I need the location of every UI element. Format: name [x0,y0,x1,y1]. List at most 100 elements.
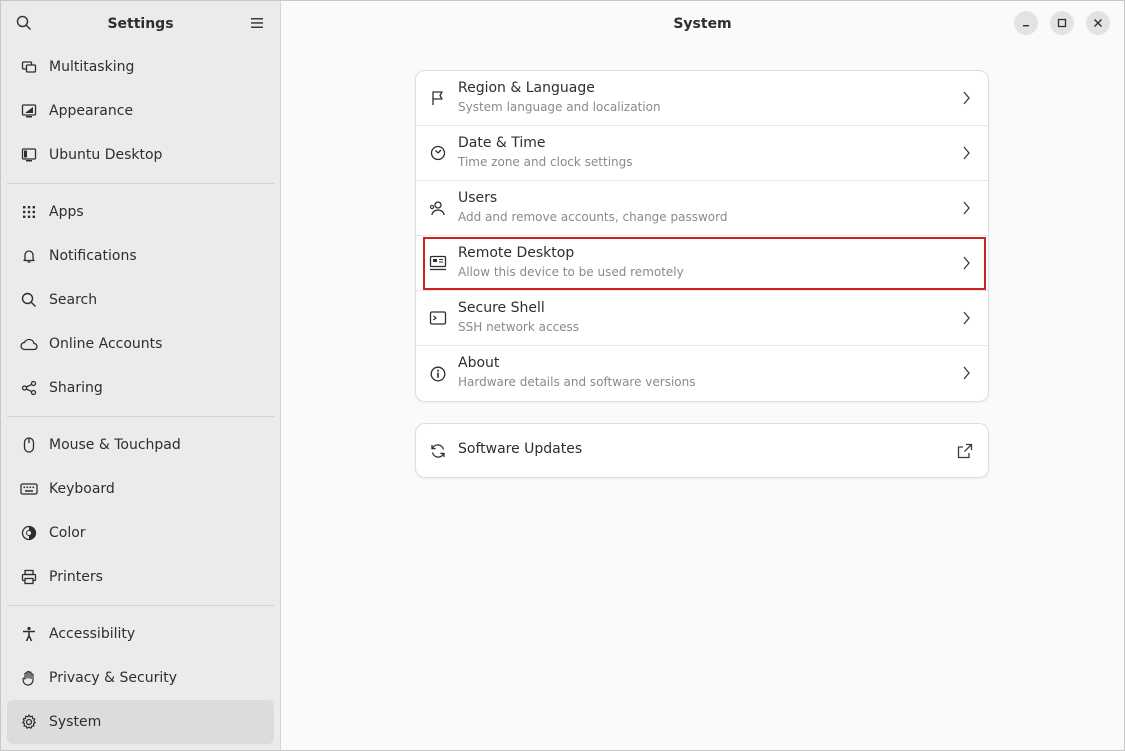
info-icon [429,365,447,383]
system-settings-list: Region & Language System language and lo… [415,70,989,402]
sidebar-item-label: Notifications [49,248,137,264]
sidebar-item-printers[interactable]: Printers [7,555,274,599]
mouse-icon [20,436,38,454]
row-title: Region & Language [458,80,595,96]
sidebar-item-search[interactable]: Search [7,278,274,322]
chevron-right-icon [963,311,970,325]
row-secure-shell[interactable]: Secure Shell SSH network access [416,291,988,346]
row-subtitle: SSH network access [458,320,580,334]
sidebar-item-label: Online Accounts [49,336,163,352]
sidebar-item-apps[interactable]: Apps [7,190,274,234]
row-subtitle: Add and remove accounts, change password [458,210,728,224]
row-subtitle: Allow this device to be used remotely [458,265,684,279]
sidebar-item-sharing[interactable]: Sharing [7,366,274,410]
accessibility-icon [20,625,38,643]
search-icon [16,15,32,31]
sidebar-item-online-accounts[interactable]: Online Accounts [7,322,274,366]
page-title: System [673,15,732,32]
sidebar-item-keyboard[interactable]: Keyboard [7,467,274,511]
maximize-icon [1057,18,1067,28]
sidebar-divider [7,605,274,606]
row-remote-desktop[interactable]: Remote Desktop Allow this device to be u… [416,236,988,291]
sidebar: Settings Multitasking Appearance Ubuntu … [1,1,281,750]
settings-window: Settings Multitasking Appearance Ubuntu … [0,0,1125,751]
row-title: Secure Shell [458,300,545,316]
sidebar-item-notifications[interactable]: Notifications [7,234,274,278]
row-about[interactable]: About Hardware details and software vers… [416,346,988,401]
apps-grid-icon [20,203,38,221]
chevron-right-icon [963,91,970,105]
clock-icon [429,144,447,162]
row-title: Software Updates [458,441,583,457]
software-updates-card: Software Updates [415,423,989,478]
row-software-updates[interactable]: Software Updates [416,424,988,477]
sidebar-item-label: Accessibility [49,626,136,642]
cloud-icon [20,335,38,353]
sidebar-item-label: Appearance [49,103,134,119]
row-title: Date & Time [458,135,546,151]
bell-icon [20,247,38,265]
sidebar-item-label: Apps [49,204,84,220]
sidebar-divider [7,183,274,184]
sidebar-item-label: Color [49,525,86,541]
sidebar-item-label: System [49,714,102,730]
sidebar-list: Multitasking Appearance Ubuntu Desktop A… [1,45,280,744]
row-users[interactable]: Users Add and remove accounts, change pa… [416,181,988,236]
sidebar-item-color[interactable]: Color [7,511,274,555]
sidebar-title: Settings [107,15,174,32]
sidebar-header: Settings [1,1,280,46]
row-subtitle: Time zone and clock settings [458,155,633,169]
row-region-language[interactable]: Region & Language System language and lo… [416,71,988,126]
row-subtitle: Hardware details and software versions [458,375,696,389]
sidebar-item-ubuntu-desktop[interactable]: Ubuntu Desktop [7,133,274,177]
share-icon [20,379,38,397]
color-icon [20,524,38,542]
row-subtitle: System language and localization [458,100,661,114]
sidebar-item-multitasking[interactable]: Multitasking [7,45,274,89]
sidebar-item-appearance[interactable]: Appearance [7,89,274,133]
maximize-button[interactable] [1050,11,1074,35]
chevron-right-icon [963,146,970,160]
sidebar-item-label: Privacy & Security [49,670,177,686]
menu-button[interactable] [243,9,271,37]
sidebar-item-mouse-touchpad[interactable]: Mouse & Touchpad [7,423,274,467]
appearance-icon [20,102,38,120]
multitasking-icon [20,58,38,76]
chevron-right-icon [963,366,970,380]
sidebar-item-label: Multitasking [49,59,135,75]
sidebar-item-label: Search [49,292,98,308]
minimize-button[interactable] [1014,11,1038,35]
chevron-right-icon [963,201,970,215]
keyboard-icon [20,480,38,498]
search-icon [20,291,38,309]
sidebar-item-label: Printers [49,569,103,585]
terminal-icon [429,309,447,327]
sidebar-item-label: Mouse & Touchpad [49,437,181,453]
close-button[interactable] [1086,11,1110,35]
ubuntu-desktop-icon [20,146,38,164]
search-button[interactable] [10,9,38,37]
printer-icon [20,568,38,586]
hamburger-icon [251,18,263,28]
sidebar-item-label: Ubuntu Desktop [49,147,163,163]
hand-icon [20,669,38,687]
sidebar-item-label: Sharing [49,380,103,396]
sidebar-item-label: Keyboard [49,481,115,497]
content-pane: System Region & Language System language… [281,1,1124,750]
gear-icon [20,713,38,731]
sidebar-item-accessibility[interactable]: Accessibility [7,612,274,656]
close-icon [1094,19,1102,27]
sidebar-item-privacy-security[interactable]: Privacy & Security [7,656,274,700]
external-link-icon [957,443,973,459]
row-title: Users [458,190,498,206]
flag-icon [429,89,447,107]
remote-desktop-icon [429,254,447,272]
sidebar-item-system[interactable]: System [7,700,274,744]
minimize-icon [1023,25,1029,27]
chevron-right-icon [963,256,970,270]
refresh-icon [429,442,447,460]
row-title: Remote Desktop [458,245,575,261]
row-date-time[interactable]: Date & Time Time zone and clock settings [416,126,988,181]
users-icon [429,199,447,217]
row-title: About [458,355,500,371]
